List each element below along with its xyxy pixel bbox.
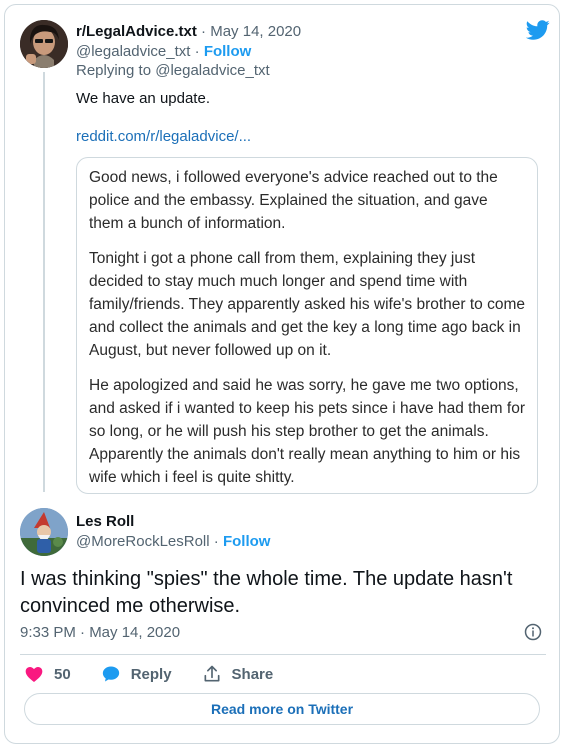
- parent-tweet-header: r/LegalAdvice.txt · May 14, 2020 @legala…: [76, 22, 506, 62]
- separator: ·: [213, 533, 219, 550]
- avatar[interactable]: [20, 508, 68, 556]
- author-handle[interactable]: @MoreRockLesRoll: [76, 533, 210, 550]
- separator: ·: [201, 23, 207, 40]
- avatar[interactable]: [20, 20, 68, 68]
- info-icon[interactable]: [524, 623, 542, 641]
- read-more-button[interactable]: Read more on Twitter: [24, 693, 540, 725]
- quote-paragraph: He apologized and said he was sorry, he …: [89, 377, 525, 486]
- divider: [20, 654, 546, 655]
- tweet-link[interactable]: reddit.com/r/legaladvice/...: [76, 128, 251, 145]
- tweet-timestamp[interactable]: 9:33 PM · May 14, 2020: [20, 624, 180, 641]
- author-name[interactable]: r/LegalAdvice.txt: [76, 23, 197, 40]
- like-count: 50: [54, 665, 71, 683]
- tweet-date[interactable]: May 14, 2020: [210, 23, 301, 40]
- replying-to-text: Replying to @legaladvice_txt: [76, 62, 270, 79]
- follow-button[interactable]: Follow: [223, 533, 271, 550]
- reply-bubble-icon: [102, 666, 119, 682]
- tweet-text: I was thinking "spies" the whole time. T…: [20, 568, 513, 617]
- action-bar: 50 Reply Share: [24, 662, 303, 686]
- share-button[interactable]: Share: [202, 664, 274, 684]
- reply-label: Reply: [130, 665, 172, 683]
- thread-connector-line: [43, 72, 45, 492]
- separator: ·: [194, 43, 200, 60]
- heart-icon: [25, 667, 43, 682]
- reply-button[interactable]: Reply: [101, 664, 172, 684]
- author-name[interactable]: Les Roll: [76, 513, 134, 530]
- like-button[interactable]: 50: [24, 664, 71, 684]
- follow-button[interactable]: Follow: [204, 43, 252, 60]
- quote-paragraph: Tonight i got a phone call from them, ex…: [89, 250, 526, 359]
- avatar-photo: [20, 508, 68, 556]
- share-label: Share: [231, 665, 274, 683]
- avatar-photo: [20, 20, 68, 68]
- author-handle[interactable]: @legaladvice_txt: [76, 43, 190, 60]
- twitter-bird-icon[interactable]: [526, 18, 550, 42]
- quote-paragraph: Good news, i followed everyone's advice …: [89, 169, 498, 232]
- share-icon: [204, 665, 220, 682]
- quoted-image-text[interactable]: Good news, i followed everyone's advice …: [76, 157, 538, 494]
- reply-tweet-header: Les Roll @MoreRockLesRoll · Follow: [76, 512, 270, 552]
- tweet-text: We have an update.: [76, 90, 210, 107]
